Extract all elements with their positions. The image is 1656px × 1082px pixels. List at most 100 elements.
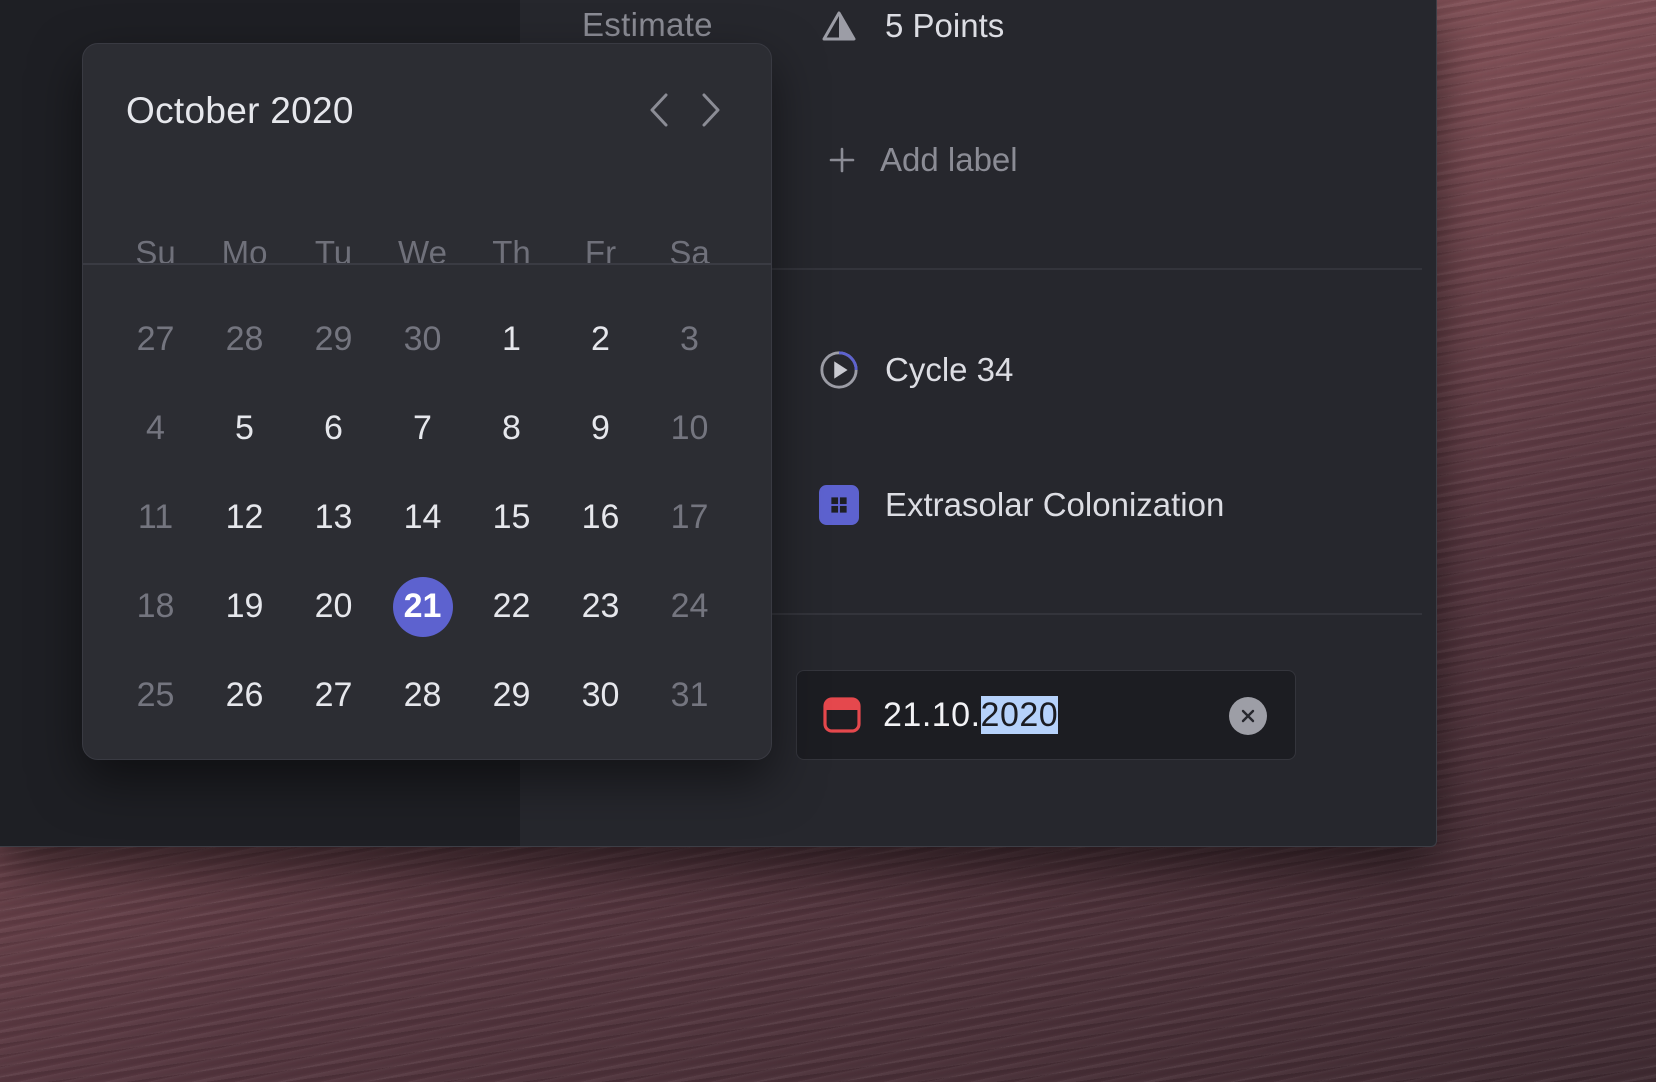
calendar-day[interactable]: 16 (556, 473, 645, 562)
weekday-header: Su Mo Tu We Th Fr Sa (111, 234, 751, 272)
calendar-day[interactable]: 3 (645, 295, 734, 384)
calendar-day-number: 29 (314, 320, 353, 358)
chevron-left-icon[interactable] (639, 90, 679, 130)
calendar-day[interactable]: 10 (645, 384, 734, 473)
calendar-day[interactable]: 6 (289, 384, 378, 473)
due-date-text[interactable]: 21.10.2020 (883, 695, 1059, 735)
calendar-day[interactable]: 8 (467, 384, 556, 473)
calendar-day[interactable]: 2 (556, 295, 645, 384)
calendar-day[interactable]: 27 (289, 651, 378, 740)
calendar-day[interactable]: 7 (378, 384, 467, 473)
calendar-day[interactable]: 29 (467, 651, 556, 740)
calendar-day-number: 7 (413, 409, 432, 447)
calendar-day-number: 11 (137, 498, 174, 536)
estimate-label: Estimate (582, 6, 713, 43)
calendar-day-number: 18 (136, 587, 175, 625)
add-label-text: Add label (880, 141, 1018, 178)
calendar-day-number: 4 (146, 409, 165, 447)
date-day-month: 21.10. (883, 695, 981, 734)
calendar-day-number: 28 (225, 320, 264, 358)
calendar-day-number: 15 (492, 498, 531, 536)
estimate-property[interactable]: 5 Points (819, 6, 1004, 46)
section-divider (770, 268, 1422, 270)
calendar-day[interactable]: 30 (556, 651, 645, 740)
calendar-day[interactable]: 30 (378, 295, 467, 384)
weekday-label: Th (492, 234, 531, 271)
calendar-icon (823, 696, 861, 734)
weekday-label: Sa (669, 234, 710, 271)
calendar-day[interactable]: 31 (645, 651, 734, 740)
project-value: Extrasolar Colonization (885, 486, 1225, 523)
calendar-day[interactable]: 15 (467, 473, 556, 562)
triangle-estimate-icon (819, 6, 859, 46)
calendar-day-number: 30 (581, 676, 620, 714)
calendar-day[interactable]: 25 (111, 651, 200, 740)
calendar-day[interactable]: 22 (467, 562, 556, 651)
cycle-play-icon (819, 350, 859, 390)
due-date-input[interactable]: 21.10.2020 (796, 670, 1296, 760)
calendar-day-number: 1 (502, 320, 521, 358)
date-year-selected: 2020 (980, 695, 1059, 734)
calendar-day[interactable]: 23 (556, 562, 645, 651)
calendar-day-number: 27 (136, 320, 175, 358)
weekday-label: Fr (584, 234, 617, 271)
calendar-day[interactable]: 20 (289, 562, 378, 651)
add-label-button[interactable]: Add label (822, 140, 1018, 180)
clear-x-icon[interactable] (1229, 697, 1267, 735)
calendar-day-number: 21 (392, 576, 453, 637)
calendar-day-number: 13 (314, 498, 353, 536)
calendar-day[interactable]: 1 (467, 295, 556, 384)
calendar-day[interactable]: 14 (378, 473, 467, 562)
calendar-day-number: 10 (670, 409, 709, 447)
calendar-day[interactable]: 12 (200, 473, 289, 562)
calendar-day[interactable]: 11 (111, 473, 200, 562)
project-grid-icon (819, 485, 859, 525)
calendar-day-number: 16 (581, 498, 620, 536)
calendar-day-number: 3 (680, 320, 699, 358)
weekday-label: Su (135, 234, 176, 271)
calendar-day[interactable]: 28 (200, 295, 289, 384)
calendar-day-number: 14 (403, 498, 442, 536)
calendar-day[interactable]: 5 (200, 384, 289, 473)
cycle-value: Cycle 34 (885, 351, 1014, 388)
calendar-day[interactable]: 4 (111, 384, 200, 473)
calendar-day-number: 29 (492, 676, 531, 714)
calendar-day-number: 26 (225, 676, 264, 714)
calendar-day-number: 31 (670, 676, 709, 714)
section-divider (770, 613, 1422, 615)
project-property[interactable]: Extrasolar Colonization (819, 485, 1224, 525)
calendar-day-number: 19 (225, 587, 264, 625)
app-window: Estimate 5 Points Add label Cycle 34 Ext… (0, 0, 1437, 847)
calendar-day-number: 27 (314, 676, 353, 714)
calendar-day-number: 28 (403, 676, 442, 714)
date-picker-popover: October 2020 Su Mo Tu We Th Fr Sa 27 28 29… (82, 43, 772, 760)
calendar-day[interactable]: 9 (556, 384, 645, 473)
calendar-day-number: 2 (591, 320, 610, 358)
calendar-day-number: 17 (670, 498, 709, 536)
calendar-day[interactable]: 28 (378, 651, 467, 740)
calendar-day-number: 24 (670, 587, 709, 625)
calendar-day-number: 5 (235, 409, 254, 447)
estimate-value: 5 Points (885, 7, 1005, 44)
calendar-day-selected[interactable]: 21 (378, 562, 467, 651)
calendar-day-number: 25 (136, 676, 175, 714)
calendar-day-number: 12 (225, 498, 264, 536)
weekday-label: Tu (314, 234, 353, 271)
calendar-day-grid: 27 28 29 30 1 2 3 4 5 6 7 8 9 10 11 12 13 14 15 16 17 18 19 20 2… (111, 295, 751, 740)
calendar-day-number: 22 (492, 587, 531, 625)
calendar-day[interactable]: 18 (111, 562, 200, 651)
calendar-day[interactable]: 19 (200, 562, 289, 651)
calendar-day[interactable]: 26 (200, 651, 289, 740)
calendar-day-number: 6 (324, 409, 343, 447)
cycle-property[interactable]: Cycle 34 (819, 350, 1013, 390)
calendar-day[interactable]: 13 (289, 473, 378, 562)
calendar-day[interactable]: 17 (645, 473, 734, 562)
plus-icon (822, 140, 862, 180)
calendar-day[interactable]: 27 (111, 295, 200, 384)
chevron-right-icon[interactable] (691, 90, 731, 130)
calendar-divider (83, 263, 771, 265)
calendar-day-number: 8 (502, 409, 521, 447)
calendar-day[interactable]: 24 (645, 562, 734, 651)
calendar-day[interactable]: 29 (289, 295, 378, 384)
weekday-label: Mo (221, 234, 268, 271)
